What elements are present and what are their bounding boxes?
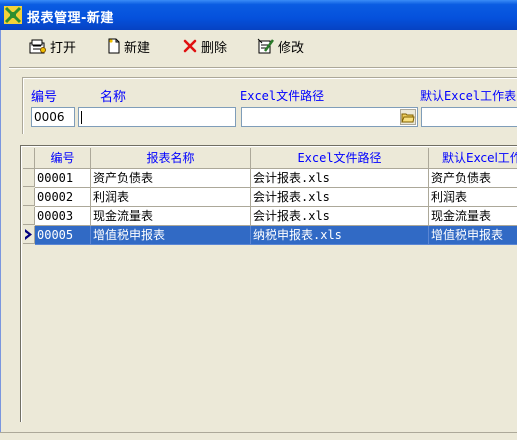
path-field[interactable] (241, 107, 418, 127)
window-title: 报表管理-新建 (27, 11, 114, 26)
cell-path[interactable]: 纳税申报表.xls (251, 226, 429, 245)
cell-path[interactable]: 会计报表.xls (251, 207, 429, 226)
edit-button[interactable]: 修改 (257, 35, 304, 57)
cell-name[interactable]: 利润表 (91, 188, 251, 207)
id-label: 编号 (31, 90, 58, 105)
new-button[interactable]: 新建 (107, 35, 150, 57)
indicator-header (23, 148, 35, 169)
cell-path[interactable]: 会计报表.xls (251, 169, 429, 188)
cell-name[interactable]: 增值税申报表 (91, 226, 251, 245)
delete-label: 删除 (201, 40, 228, 56)
row-indicator[interactable] (23, 207, 35, 225)
edit-label: 修改 (278, 40, 305, 56)
column-header-sheet[interactable]: 默认Excel工作表 (429, 148, 517, 169)
name-label: 名称 (100, 90, 127, 105)
cell-path[interactable]: 会计报表.xls (251, 188, 429, 207)
cell-sheet[interactable]: 现金流量表 (429, 207, 517, 226)
row-pointer-icon (25, 229, 32, 240)
sheet-label: 默认Excel工作表 (420, 89, 517, 103)
open-icon (29, 39, 46, 54)
table-row-selected[interactable]: 00005 增值税申报表 纳税申报表.xls 增值税申报表 (35, 226, 517, 245)
cell-id[interactable]: 00001 (35, 169, 91, 188)
toolbar: 打开 新建 删除 修改 (9, 33, 517, 61)
name-field[interactable] (78, 107, 236, 127)
new-icon (108, 38, 120, 54)
cell-sheet[interactable]: 利润表 (429, 188, 517, 207)
cell-name[interactable]: 资产负债表 (91, 169, 251, 188)
new-label: 新建 (124, 40, 151, 56)
row-indicator-current[interactable] (23, 226, 35, 244)
report-table[interactable]: 编号 报表名称 Excel文件路径 默认Excel工作表 00001 资产负债表… (20, 145, 517, 422)
cell-id[interactable]: 00003 (35, 207, 91, 226)
delete-icon (183, 39, 197, 53)
cell-id[interactable]: 00002 (35, 188, 91, 207)
title-bar[interactable]: 报表管理-新建 (0, 0, 517, 30)
toolbar-separator (9, 67, 517, 69)
path-label: Excel文件路径 (240, 89, 325, 103)
id-field[interactable]: 0006 (31, 107, 75, 127)
cell-name[interactable]: 现金流量表 (91, 207, 251, 226)
column-header-id[interactable]: 编号 (35, 148, 91, 169)
browse-button[interactable] (400, 109, 416, 125)
row-indicator[interactable] (23, 169, 35, 187)
open-button[interactable]: 打开 (29, 35, 76, 57)
sheet-field[interactable] (421, 107, 517, 127)
text-cursor (81, 111, 82, 124)
table-row[interactable]: 00002 利润表 会计报表.xls 利润表 (35, 188, 517, 207)
browse-folder-icon (401, 113, 415, 123)
table-row[interactable]: 00001 资产负债表 会计报表.xls 资产负债表 (35, 169, 517, 188)
edit-icon (257, 38, 275, 54)
open-label: 打开 (50, 40, 77, 56)
delete-button[interactable]: 删除 (182, 35, 227, 57)
row-indicator[interactable] (23, 188, 35, 206)
column-header-path[interactable]: Excel文件路径 (251, 148, 429, 169)
column-header-name[interactable]: 报表名称 (91, 148, 251, 169)
table-row[interactable]: 00003 现金流量表 会计报表.xls 现金流量表 (35, 207, 517, 226)
cell-id[interactable]: 00005 (35, 226, 91, 245)
cell-sheet[interactable]: 资产负债表 (429, 169, 517, 188)
app-icon (4, 6, 22, 24)
cell-sheet[interactable]: 增值税申报表 (429, 226, 517, 245)
